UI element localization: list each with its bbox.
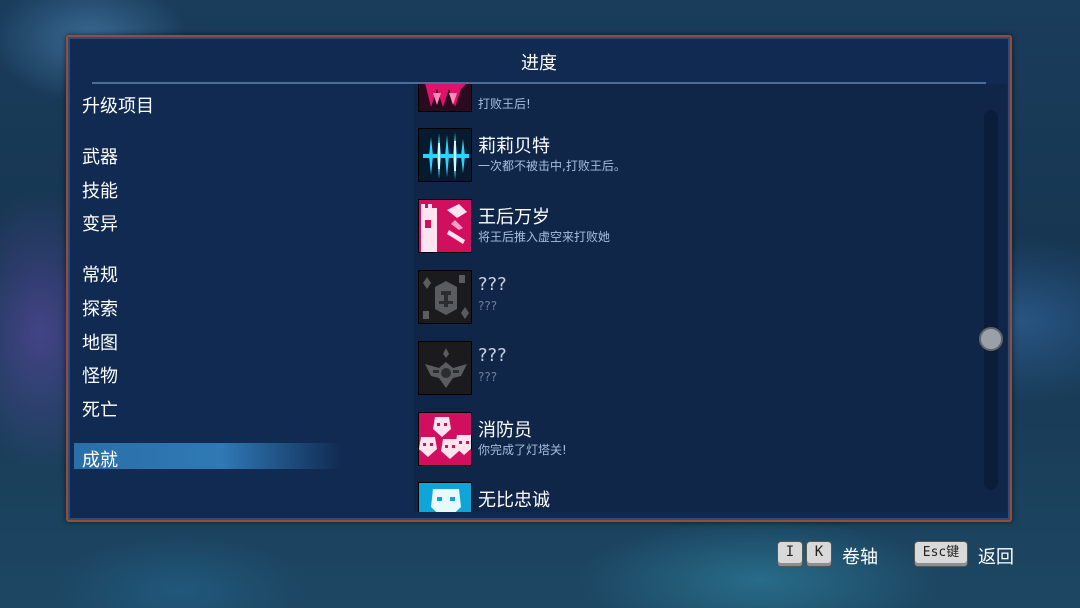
category-map[interactable]: 地图: [82, 329, 118, 355]
achievement-desc: 你完成了灯塔关!: [478, 443, 567, 457]
category-exploration[interactable]: 探索: [82, 295, 118, 321]
crown-icon: [418, 84, 472, 112]
progress-panel: 进度 升级项目 武器 技能 变异 常规 探索 地图 怪物 死亡 成就 打败王后!: [66, 35, 1012, 522]
scrollbar-track[interactable]: [984, 110, 998, 490]
category-mutations[interactable]: 变异: [82, 210, 118, 236]
achievement-desc: 一次都不被击中,打败王后。: [478, 159, 626, 173]
spikes-icon: [418, 128, 472, 182]
category-general[interactable]: 常规: [82, 261, 118, 287]
category-monsters[interactable]: 怪物: [82, 362, 118, 388]
achievement-name: 无比忠诚: [478, 490, 550, 511]
panel-title: 进度: [521, 53, 557, 74]
achievement-name: ???: [478, 274, 507, 295]
achievement-name: 莉莉贝特: [478, 136, 550, 157]
category-upgrades[interactable]: 升级项目: [82, 92, 154, 118]
achievement-name: 消防员: [478, 420, 532, 441]
category-deaths[interactable]: 死亡: [82, 396, 118, 422]
locked-card-icon: [418, 270, 472, 324]
locked-crest-icon: [418, 341, 472, 395]
achievement-desc: ???: [478, 299, 498, 313]
scrollbar-thumb[interactable]: [979, 327, 1003, 351]
tower-fall-icon: [418, 199, 472, 253]
achievement-name: ???: [478, 345, 507, 366]
achievement-desc: 打败王后!: [478, 97, 531, 111]
category-skills[interactable]: 技能: [82, 177, 118, 203]
key-esc-icon: Esc键: [915, 542, 967, 566]
scroll-hint-label: 卷轴: [842, 547, 878, 568]
achievement-desc: 将王后推入虚空来打败她: [478, 230, 611, 244]
key-i-icon: I: [778, 542, 802, 566]
mask-icon: [418, 482, 472, 512]
category-achievements[interactable]: 成就: [82, 446, 118, 472]
achievement-desc: ???: [478, 370, 498, 384]
back-hint-label[interactable]: 返回: [978, 543, 1014, 569]
achievement-name: 王后万岁: [478, 207, 550, 228]
key-k-icon: K: [807, 542, 831, 566]
achievement-list[interactable]: 打败王后! 莉莉贝特 一次都不被击中,打败王后。 王后万岁 将王后推入虚空来打败…: [414, 84, 1007, 512]
category-weapons[interactable]: 武器: [82, 143, 118, 169]
masks-icon: [418, 412, 472, 466]
